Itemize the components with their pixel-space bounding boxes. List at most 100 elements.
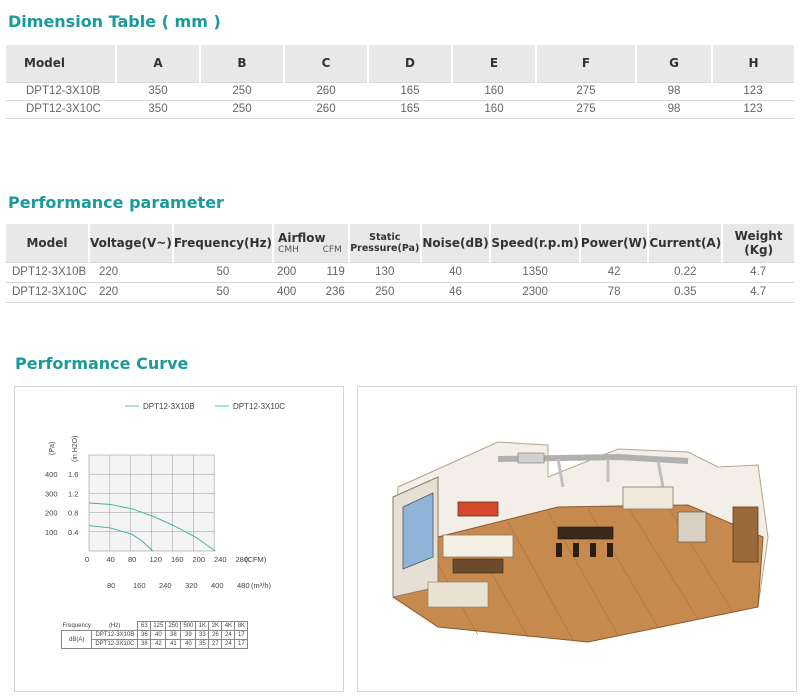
cell-airflow: 400 236 [273, 282, 349, 302]
table-row: DPT12-3X10C 350 250 260 165 160 275 98 1… [6, 100, 794, 118]
performance-header-noise: Noise(dB) [420, 224, 492, 262]
performance-header-static-pressure: Static Pressure(Pa) [348, 224, 422, 262]
performance-header-current: Current(A) [648, 224, 724, 262]
performance-table-title: Performance parameter [8, 193, 224, 212]
x-tick-label-cfm: 200 [193, 555, 206, 564]
noise-value: 24 [221, 630, 236, 640]
right-door [732, 506, 759, 563]
dimension-header-b: B [200, 45, 285, 82]
noise-value: 17 [234, 639, 249, 649]
y-tick-label-pa: 400 [45, 470, 58, 479]
cell: 123 [743, 85, 763, 97]
cell-cfm: 119 [326, 266, 345, 278]
cell-model: DPT12-3X10C [26, 103, 101, 115]
noise-value: 40 [150, 630, 167, 640]
performance-header-model: Model [6, 224, 90, 262]
cell: 250 [232, 103, 252, 115]
x-tick-label-cfm: 40 [107, 555, 115, 564]
x-tick-label-m3h: 160 [133, 581, 146, 590]
y-tick-label-inh2o: 1.2 [68, 489, 78, 498]
dimension-header-g: G [636, 45, 713, 82]
noise-value: 40 [180, 639, 197, 649]
noise-value: 26 [208, 630, 223, 640]
cell: 98 [667, 85, 681, 97]
performance-header-weight: Weight (Kg) [734, 228, 783, 257]
performance-header-speed: Speed(r.p.m) [490, 224, 581, 262]
y-unit-inh2o: (in H2O) [72, 436, 79, 462]
cell: 160 [484, 85, 504, 97]
noise-header-row: Frequency (Hz) 63 125 250 500 1K 2K 4K 8… [62, 621, 249, 631]
x-tick-label-cfm: 0 [85, 555, 89, 564]
noise-model: DPT12-3X10B [91, 630, 139, 640]
performance-header-power: Power(W) [579, 224, 650, 262]
cell: 275 [576, 85, 596, 97]
performance-header-frequency: Frequency(Hz) [172, 224, 275, 262]
plot-area: 400 1.6 300 1.2 200 0.8 100 0.4 0 40 80 120 160 200 24… [45, 454, 250, 590]
x-tick-label-m3h: 480 [237, 581, 250, 590]
noise-freq: 500 [180, 621, 197, 631]
table-row: dB(A) DPT12-3X10B 36 40 38 39 33 26 24 1… [60, 630, 249, 649]
cell: 260 [316, 85, 336, 97]
interior-illustration [392, 441, 769, 643]
cell: 250 [375, 286, 395, 298]
cell-cfm: 236 [325, 286, 345, 298]
cell: 0.35 [674, 286, 697, 298]
cell: 4.7 [750, 286, 767, 298]
ventilation-unit [517, 452, 545, 464]
noise-freq: 4K [221, 621, 236, 631]
performance-curve-panel: DPT12-3X10B DPT12-3X10C (Pa) (in H2O) 40… [14, 386, 344, 692]
noise-value: 35 [195, 639, 210, 649]
table-row: DPT12-3X10B 220 50 200 119 130 40 1350 4… [6, 262, 794, 282]
x-unit-cfm: (CFM) [245, 555, 267, 564]
y-tick-label-inh2o: 0.8 [68, 509, 78, 518]
cell: 0.22 [674, 266, 697, 278]
noise-dba-label: dB(A) [60, 630, 93, 649]
dimension-header-model: Model [6, 45, 117, 82]
y-unit-pa: (Pa) [49, 442, 56, 455]
x-tick-label-m3h: 240 [159, 581, 172, 590]
cell: 165 [400, 103, 420, 115]
cell-airflow: 200 119 [273, 262, 349, 282]
noise-value: 38 [165, 630, 182, 640]
noise-model: DPT12-3X10C [91, 639, 139, 649]
x-tick-label-cfm: 240 [214, 555, 227, 564]
noise-table: Frequency (Hz) 63 125 250 500 1K 2K 4K 8… [60, 621, 249, 649]
cell: 123 [743, 103, 763, 115]
static-label: Static [369, 231, 401, 243]
dimension-header-a: A [116, 45, 201, 82]
performance-header-airflow: Airflow CMH CFM [273, 224, 350, 262]
cell: 46 [449, 286, 462, 298]
y-tick-label-inh2o: 1.6 [68, 470, 78, 479]
noise-value: 17 [234, 630, 249, 640]
cell: 42 [607, 266, 621, 278]
dimension-table: Model A B C D E F G H DPT12-3X10B 350 25… [6, 45, 794, 119]
cell-cmh: 400 [277, 286, 297, 298]
noise-value: 39 [180, 630, 197, 640]
table-row: DPT12-3X10B 350 250 260 165 160 275 98 1… [6, 82, 794, 100]
interior-illustration-panel [357, 386, 797, 692]
dimension-table-title: Dimension Table ( mm ) [8, 12, 221, 31]
cell: 4.7 [750, 266, 767, 278]
noise-frequency-label: Frequency [62, 622, 91, 629]
cell: 130 [375, 266, 395, 278]
noise-freq: 63 [137, 621, 152, 631]
cell-model: DPT12-3X10B [12, 266, 87, 278]
x-tick-label-m3h: 80 [107, 581, 115, 590]
x-tick-label-cfm: 160 [171, 555, 184, 564]
dimension-header-row: Model A B C D E F G H [6, 45, 794, 82]
cell: 250 [232, 85, 252, 97]
cell-cmh: 200 [277, 266, 297, 278]
noise-value: 24 [221, 639, 236, 649]
coffee-table [452, 558, 504, 574]
cell: 50 [216, 286, 230, 298]
noise-unit-label: (Hz) [108, 622, 121, 629]
dimension-header-f: F [536, 45, 637, 82]
cell-model: DPT12-3X10B [26, 85, 101, 97]
noise-freq: 2K [208, 621, 223, 631]
y-tick-label-pa: 300 [45, 489, 58, 498]
airflow-cfm-label: CFM [322, 244, 342, 255]
noise-value: 38 [137, 639, 152, 649]
cell: 220 [98, 266, 119, 278]
x-unit-m3h: (m³/h) [251, 581, 271, 590]
dimension-header-e: E [452, 45, 537, 82]
